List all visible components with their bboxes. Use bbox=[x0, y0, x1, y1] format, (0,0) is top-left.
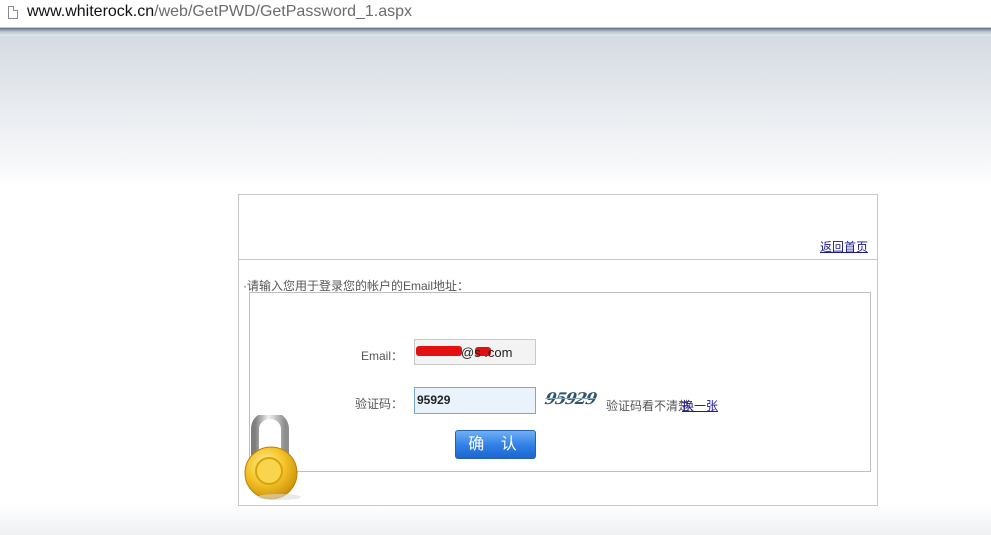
url-text[interactable]: www.whiterock.cn/web/GetPWD/GetPassword_… bbox=[27, 3, 412, 21]
captcha-hint: 验证码看不清楚, bbox=[606, 399, 694, 413]
captcha-image[interactable]: 95929 bbox=[543, 389, 604, 411]
form-box: Email： @s .com 验证码： 95929 95929 验证码看不清楚,… bbox=[249, 292, 871, 472]
address-bar[interactable]: www.whiterock.cn/web/GetPWD/GetPassword_… bbox=[0, 0, 991, 28]
captcha-input[interactable]: 95929 bbox=[414, 387, 536, 414]
email-value: @s .com bbox=[461, 345, 513, 360]
url-path: /web/GetPWD/GetPassword_1.aspx bbox=[154, 3, 413, 20]
redaction-mark bbox=[416, 346, 462, 356]
captcha-refresh-link[interactable]: 换一张 bbox=[682, 397, 718, 414]
background-bottom-band bbox=[0, 505, 991, 535]
confirm-button[interactable]: 确 认 bbox=[455, 430, 536, 459]
home-link[interactable]: 返回首页 bbox=[820, 238, 868, 255]
padlock-icon bbox=[244, 415, 301, 500]
password-recovery-panel: 返回首页 ·请输入您用于登录您的帐户的Email地址： Email： @s .c… bbox=[238, 194, 878, 506]
background-gradient bbox=[0, 36, 991, 186]
email-label: Email： bbox=[360, 349, 403, 363]
toolbar-shadow bbox=[0, 28, 991, 36]
url-host: www.whiterock.cn bbox=[27, 3, 155, 20]
document-icon bbox=[8, 6, 18, 19]
captcha-label: 验证码： bbox=[354, 397, 403, 411]
email-field[interactable]: @s .com bbox=[414, 339, 536, 365]
panel-divider bbox=[239, 259, 877, 260]
